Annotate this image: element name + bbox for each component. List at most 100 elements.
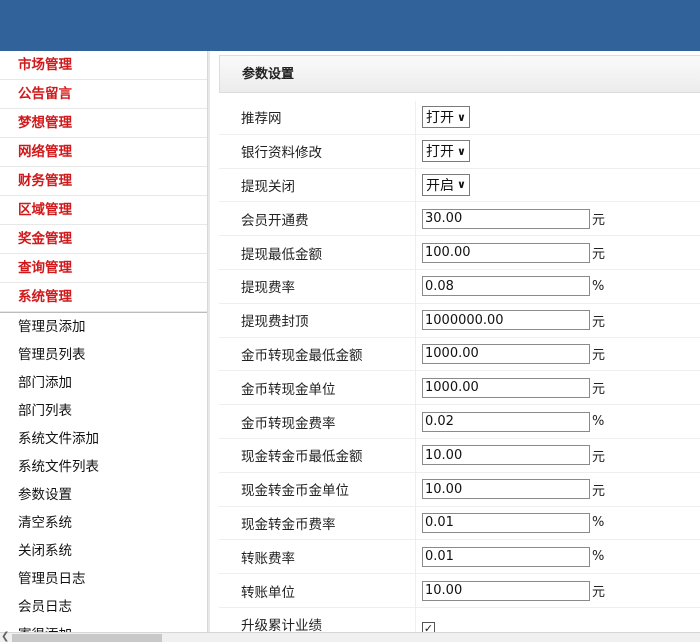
settings-row: 推荐网 打开 ∨ [219,101,700,135]
sidebar-category[interactable]: 市场管理 [0,51,207,80]
sidebar-nav: 市场管理 公告留言 梦想管理 网络管理 财务管理 区域管理 奖金管理 查询管理 系统管理 管理员… [0,51,207,632]
settings-row: 现金转金币最低金额 元 [219,438,700,473]
settings-row: 现金转金币金单位 元 [219,472,700,507]
setting-value-cell: 元 [415,574,700,607]
setting-value-cell: 元 [415,371,700,405]
unit-label: 元 [592,585,606,601]
setting-input[interactable] [422,343,590,364]
setting-value-cell: 元 [415,202,700,236]
setting-input[interactable] [422,208,590,229]
setting-select[interactable]: 打开 ∨ [422,106,470,129]
unit-label: % [592,414,605,430]
select-value: 打开 [426,144,454,161]
sidebar-item[interactable]: 系统文件列表 [0,453,207,481]
setting-value-cell: 元 [415,337,700,371]
setting-checkbox[interactable]: ✓ [422,621,435,632]
sidebar-item[interactable]: 管理员日志 [0,565,207,593]
setting-value-cell: % [415,405,700,438]
setting-input[interactable] [422,310,590,331]
setting-label: 现金转金币最低金额 [241,449,363,466]
settings-row: 金币转现金单位 元 [219,371,700,406]
setting-label: 会员开通费 [241,212,309,229]
unit-label: 元 [592,213,606,229]
sidebar-item[interactable]: 清空系统 [0,509,207,537]
setting-input[interactable] [422,377,590,398]
settings-row: 银行资料修改 打开 ∨ [219,134,700,169]
setting-input[interactable] [422,479,590,500]
setting-input[interactable] [422,411,590,432]
unit-label: 元 [592,483,606,499]
setting-value-cell: % [415,269,700,303]
setting-input[interactable] [422,276,590,297]
sidebar-item[interactable]: 会员日志 [0,593,207,621]
setting-value-cell: 元 [415,438,700,472]
sidebar-item[interactable]: 管理员添加 [0,313,207,341]
setting-value-cell: 元 [415,472,700,506]
chevron-down-icon: ∨ [457,144,466,158]
panel-title: 参数设置 [219,55,700,93]
setting-label: 提现费率 [241,280,295,297]
sidebar-item[interactable]: 部门添加 [0,369,207,397]
setting-value-cell: 打开 ∨ [415,134,700,168]
setting-input[interactable] [422,512,590,533]
setting-label: 提现关闭 [241,178,295,195]
sidebar-category[interactable]: 查询管理 [0,254,207,283]
setting-label: 金币转现金单位 [241,381,336,398]
settings-row: 会员开通费 元 [219,202,700,237]
settings-row: 提现费封顶 元 [219,303,700,338]
setting-value-cell: % [415,506,700,540]
setting-select[interactable]: 打开 ∨ [422,140,470,163]
sidebar-category[interactable]: 梦想管理 [0,109,207,138]
settings-row: 提现费率% [219,269,700,304]
chevron-down-icon: ∨ [457,178,466,192]
select-value: 开启 [426,177,454,194]
unit-label: % [592,278,605,294]
settings-row: 金币转现金费率% [219,405,700,439]
sidebar-item[interactable]: 部门列表 [0,397,207,425]
sidebar-item[interactable]: 管理员列表 [0,341,207,369]
unit-label: 元 [592,314,606,330]
setting-value-cell: 元 [415,236,700,269]
setting-label: 推荐网 [241,111,282,128]
unit-label: 元 [592,348,606,364]
setting-value-cell: ✓ [415,607,700,632]
setting-label: 现金转金币费率 [241,516,336,533]
settings-row: 升级累计业绩 ✓ [219,607,700,632]
horizontal-scrollbar[interactable]: ❮ [0,631,700,642]
sidebar-category[interactable]: 网络管理 [0,138,207,167]
setting-input[interactable] [422,546,590,567]
settings-row: 转账单位 元 [219,574,700,608]
settings-row: 金币转现金最低金额 元 [219,337,700,372]
setting-label: 转账费率 [241,550,295,567]
sidebar-category[interactable]: 公告留言 [0,80,207,109]
sidebar-item[interactable]: 系统文件添加 [0,425,207,453]
sidebar-item[interactable]: 关闭系统 [0,537,207,565]
setting-label: 转账单位 [241,584,295,601]
main-content: 参数设置 推荐网打开∨银行资料修改打开∨提现关闭开启∨会员开通费元提现最低金额元… [219,51,700,632]
setting-label: 金币转现金费率 [241,415,336,432]
sidebar-category[interactable]: 奖金管理 [0,225,207,254]
setting-label: 提现费封顶 [241,314,309,331]
setting-input[interactable] [422,242,590,263]
scrollbar-thumb[interactable] [12,634,162,642]
chevron-down-icon: ∨ [457,110,466,124]
settings-row: 提现最低金额 元 [219,236,700,270]
sidebar-category[interactable]: 区域管理 [0,196,207,225]
sidebar-item[interactable]: 参数设置 [0,481,207,509]
setting-select[interactable]: 开启 ∨ [422,173,470,196]
setting-label: 升级累计业绩 [241,618,322,632]
sidebar-category[interactable]: 系统管理 [0,283,207,312]
unit-label: % [592,549,605,565]
scroll-left-icon[interactable]: ❮ [1,631,9,642]
top-header-bar [0,0,700,51]
sidebar-divider[interactable] [207,51,210,632]
unit-label: 元 [592,247,606,263]
unit-label: 元 [592,382,606,398]
setting-input[interactable] [422,445,590,466]
settings-row: 转账费率% [219,540,700,575]
sidebar-item[interactable]: 寄很添加 [0,621,207,632]
setting-value-cell: 开启 ∨ [415,168,700,202]
sidebar-category[interactable]: 财务管理 [0,167,207,196]
setting-input[interactable] [422,580,590,601]
setting-label: 提现最低金额 [241,246,322,263]
